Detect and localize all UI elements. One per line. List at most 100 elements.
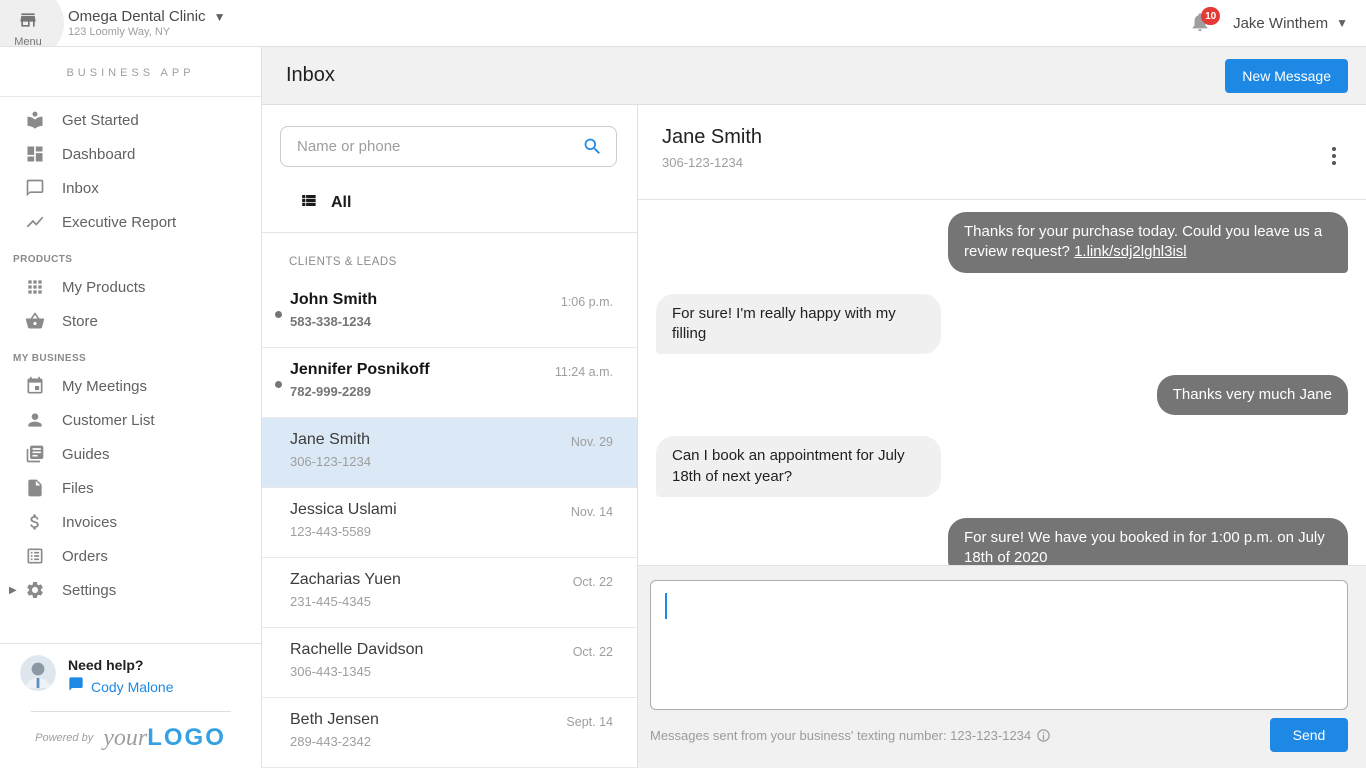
sidebar-item-label: Executive Report [62, 214, 176, 231]
sidebar-item-orders[interactable]: Orders [0, 539, 261, 573]
sidebar-section-my-business: MY BUSINESS [13, 353, 261, 364]
app-title: BUSINESS APP [0, 47, 261, 97]
sidebar-footer: Need help? Cody Malone Powered by your L… [0, 643, 261, 768]
sidebar-item-customer-list[interactable]: Customer List [0, 403, 261, 437]
sidebar-item-my-products[interactable]: My Products [0, 270, 261, 304]
message-input[interactable] [650, 580, 1348, 710]
contact-timestamp: Oct. 22 [573, 575, 613, 589]
powered-by-label: Powered by [35, 732, 93, 744]
chat-bubble-icon [68, 676, 84, 697]
sidebar-item-executive-report[interactable]: Executive Report [0, 205, 261, 239]
page-header: Inbox New Message [262, 47, 1366, 105]
get-started-icon [25, 110, 45, 130]
contact-phone: 306-443-1345 [290, 664, 621, 679]
contact-timestamp: 1:06 p.m. [561, 295, 613, 309]
menu-button[interactable]: Menu [0, 0, 64, 47]
sidebar-item-store[interactable]: Store [0, 304, 261, 338]
conversation-menu-button[interactable] [1328, 143, 1340, 169]
sidebar-item-files[interactable]: Files [0, 471, 261, 505]
message-link[interactable]: 1.link/sdj2lghl3isl [1074, 243, 1187, 260]
contact-timestamp: Nov. 29 [571, 435, 613, 449]
message-outgoing: For sure! We have you booked in for 1:00… [656, 518, 1348, 565]
sidebar-item-settings[interactable]: ▶ Settings [0, 573, 261, 607]
texting-number-note: Messages sent from your business' textin… [650, 728, 1031, 743]
business-name: Omega Dental Clinic [68, 8, 206, 25]
contact-row-zacharias-yuen[interactable]: Zacharias Yuen231-445-4345Oct. 22 [262, 558, 637, 628]
contact-row-jessica-uslami[interactable]: Jessica Uslami123-443-5589Nov. 14 [262, 488, 637, 558]
sidebar: BUSINESS APP Get Started Dashboard Inbox Ex… [0, 47, 262, 768]
conversation-contact-name: Jane Smith [662, 126, 1342, 149]
contact-row-jennifer-posnikoff[interactable]: Jennifer Posnikoff782-999-228911:24 a.m. [262, 348, 637, 418]
sidebar-item-dashboard[interactable]: Dashboard [0, 137, 261, 171]
store-icon [25, 311, 45, 331]
unread-dot [275, 381, 282, 388]
topbar: Menu Omega Dental Clinic ▼ 123 Loomly Wa… [0, 0, 1366, 47]
page-title: Inbox [286, 64, 335, 87]
sidebar-item-label: Guides [62, 446, 110, 463]
conversation-header: Jane Smith 306-123-1234 [638, 105, 1366, 200]
search-icon[interactable] [582, 136, 603, 157]
contacts-panel: All CLIENTS & LEADS John Smith583-338-12… [262, 105, 638, 768]
sidebar-item-label: Orders [62, 548, 108, 565]
logo-text-bold: LOGO [147, 724, 226, 752]
notifications-button[interactable]: 10 [1189, 11, 1213, 35]
contact-row-rachelle-davidson[interactable]: Rachelle Davidson306-443-1345Oct. 22 [262, 628, 637, 698]
contact-name: Rachelle Davidson [290, 641, 621, 659]
chevron-down-icon: ▼ [214, 10, 226, 24]
sidebar-item-get-started[interactable]: Get Started [0, 103, 261, 137]
sidebar-section-products: PRODUCTS [13, 254, 261, 265]
business-selector[interactable]: Omega Dental Clinic ▼ 123 Loomly Way, NY [68, 8, 225, 38]
search-input[interactable] [280, 126, 617, 167]
sidebar-item-label: My Products [62, 279, 145, 296]
message-bubble: Thanks very much Jane [1157, 375, 1348, 415]
chevron-right-icon: ▶ [9, 585, 17, 596]
sidebar-item-inbox[interactable]: Inbox [0, 171, 261, 205]
customer-list-icon [25, 410, 45, 430]
help-agent-link[interactable]: Cody Malone [68, 676, 174, 697]
sidebar-item-guides[interactable]: Guides [0, 437, 261, 471]
topbar-right: 10 Jake Winthem ▼ [1189, 11, 1366, 35]
sidebar-item-label: Store [62, 313, 98, 330]
filter-all-label: All [331, 194, 351, 212]
contact-row-beth-jensen[interactable]: Beth Jensen289-443-2342Sept. 14 [262, 698, 637, 768]
send-button[interactable]: Send [1270, 718, 1348, 752]
sidebar-item-invoices[interactable]: Invoices [0, 505, 261, 539]
help-agent-name: Cody Malone [91, 679, 174, 695]
user-menu[interactable]: Jake Winthem ▼ [1233, 15, 1348, 32]
invoices-icon [25, 512, 45, 532]
my-meetings-icon [25, 376, 45, 396]
contact-list: John Smith583-338-12341:06 p.m.Jennifer … [262, 278, 637, 768]
list-icon [299, 191, 318, 215]
unread-dot [275, 311, 282, 318]
powered-by-logo: Powered by your LOGO [0, 712, 261, 768]
sidebar-item-label: My Meetings [62, 378, 147, 395]
contact-phone: 306-123-1234 [290, 454, 621, 469]
sidebar-item-label: Dashboard [62, 146, 135, 163]
message-bubble: Can I book an appointment for July 18th … [656, 436, 941, 497]
files-icon [25, 478, 45, 498]
guides-icon [25, 444, 45, 464]
app-window: Menu Omega Dental Clinic ▼ 123 Loomly Wa… [0, 0, 1366, 768]
contact-phone: 782-999-2289 [290, 384, 621, 399]
sidebar-item-my-meetings[interactable]: My Meetings [0, 369, 261, 403]
sidebar-item-label: Customer List [62, 412, 155, 429]
conversation-panel: Jane Smith 306-123-1234 Thanks for your … [638, 105, 1366, 768]
contact-phone: 583-338-1234 [290, 314, 621, 329]
contact-phone: 231-445-4345 [290, 594, 621, 609]
orders-icon [25, 546, 45, 566]
message-incoming: For sure! I'm really happy with my filli… [656, 294, 1348, 355]
info-icon[interactable] [1036, 728, 1051, 743]
executive-report-icon [25, 212, 45, 232]
support-avatar [20, 655, 56, 691]
user-name: Jake Winthem [1233, 15, 1328, 32]
my-products-icon [25, 277, 45, 297]
message-bubble: For sure! I'm really happy with my filli… [656, 294, 941, 355]
notification-badge: 10 [1201, 7, 1220, 25]
contact-row-john-smith[interactable]: John Smith583-338-12341:06 p.m. [262, 278, 637, 348]
filter-all[interactable]: All [262, 179, 637, 233]
contact-row-jane-smith[interactable]: Jane Smith306-123-1234Nov. 29 [262, 418, 637, 488]
message-bubble: For sure! We have you booked in for 1:00… [948, 518, 1348, 565]
new-message-button[interactable]: New Message [1225, 59, 1348, 93]
sidebar-item-label: Settings [62, 582, 116, 599]
contact-timestamp: Nov. 14 [571, 505, 613, 519]
